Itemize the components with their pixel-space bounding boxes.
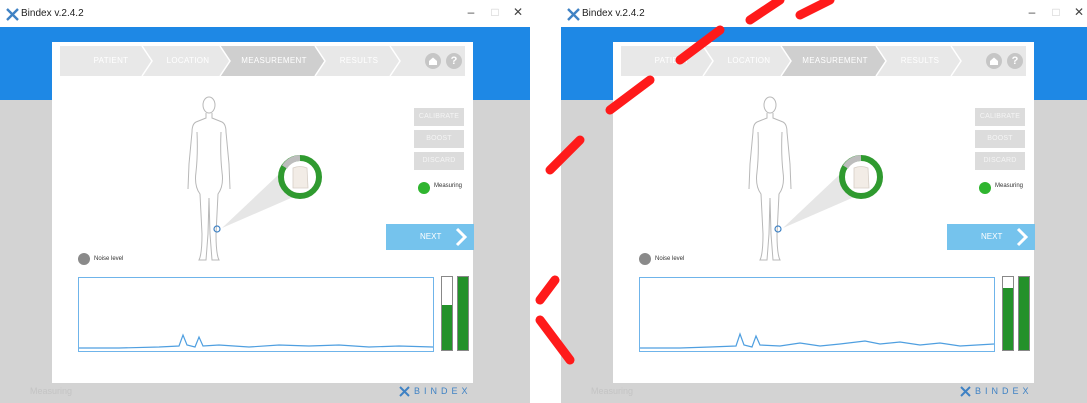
help-button[interactable]: ? (446, 53, 462, 69)
boost-button[interactable]: BOOST (414, 130, 464, 148)
signal-waveform (79, 333, 434, 349)
level-bar-2-fill (458, 277, 468, 350)
bone-icon (292, 166, 309, 189)
next-label: NEXT (981, 232, 1003, 241)
maximize-button[interactable]: □ (485, 5, 505, 19)
bindex-brand-icon (399, 386, 410, 397)
bindex-logo-icon (6, 8, 19, 21)
calibrate-button[interactable]: CALIBRATE (975, 108, 1025, 126)
close-button[interactable]: ✕ (1069, 5, 1087, 19)
app-window-1: Bindex v.2.4.2 – □ ✕ PATIENT LOCATION ME… (0, 0, 530, 403)
level-bar-1-fill (442, 304, 452, 350)
measuring-indicator (979, 182, 991, 194)
home-button[interactable] (425, 53, 441, 69)
maximize-button[interactable]: □ (1046, 5, 1066, 19)
noise-indicator (78, 253, 90, 265)
discard-button[interactable]: DISCARD (975, 152, 1025, 170)
window-title: Bindex v.2.4.2 (21, 8, 84, 19)
signal-plot (78, 277, 434, 352)
title-bar: Bindex v.2.4.2 – □ ✕ (0, 0, 530, 27)
level-bar-2 (1018, 276, 1030, 351)
step-measurement[interactable]: MEASUREMENT (232, 46, 316, 76)
next-label: NEXT (420, 232, 442, 241)
level-bar-1 (441, 276, 453, 351)
next-button[interactable]: NEXT (947, 224, 1035, 250)
level-bar-2-fill (1019, 277, 1029, 350)
chevron-right-icon (1016, 227, 1029, 247)
boost-button[interactable]: BOOST (975, 130, 1025, 148)
level-bar-2 (457, 276, 469, 351)
noise-label: Noise level (94, 256, 124, 262)
step-results[interactable]: RESULTS (328, 46, 390, 76)
level-bar-1 (1002, 276, 1014, 351)
bindex-brand-icon (960, 386, 971, 397)
discard-button[interactable]: DISCARD (414, 152, 464, 170)
next-button[interactable]: NEXT (386, 224, 474, 250)
step-location[interactable]: LOCATION (156, 46, 220, 76)
help-button[interactable]: ? (1007, 53, 1023, 69)
measuring-label: Measuring (995, 183, 1024, 189)
home-icon (990, 57, 998, 65)
step-results[interactable]: RESULTS (889, 46, 951, 76)
step-patient[interactable]: PATIENT (80, 46, 142, 76)
level-bar-1-fill (1003, 287, 1013, 350)
close-button[interactable]: ✕ (508, 5, 528, 19)
bone-zoom-view (222, 155, 322, 228)
minimize-button[interactable]: – (461, 5, 481, 19)
measuring-indicator (418, 182, 430, 194)
calibrate-button[interactable]: CALIBRATE (414, 108, 464, 126)
step-navigation: PATIENT LOCATION MEASUREMENT RESULTS ? (60, 46, 465, 76)
home-button[interactable] (986, 53, 1002, 69)
chevron-right-icon (455, 227, 468, 247)
home-icon (429, 57, 437, 65)
measuring-label: Measuring (434, 183, 463, 189)
brand-wordmark: BINDEX (414, 386, 472, 396)
red-annotation-stroke (535, 0, 835, 365)
status-text: Measuring (30, 386, 73, 396)
main-panel: PATIENT LOCATION MEASUREMENT RESULTS ? C… (52, 42, 474, 383)
minimize-button[interactable]: – (1022, 5, 1042, 19)
brand-wordmark: BINDEX (975, 386, 1033, 396)
